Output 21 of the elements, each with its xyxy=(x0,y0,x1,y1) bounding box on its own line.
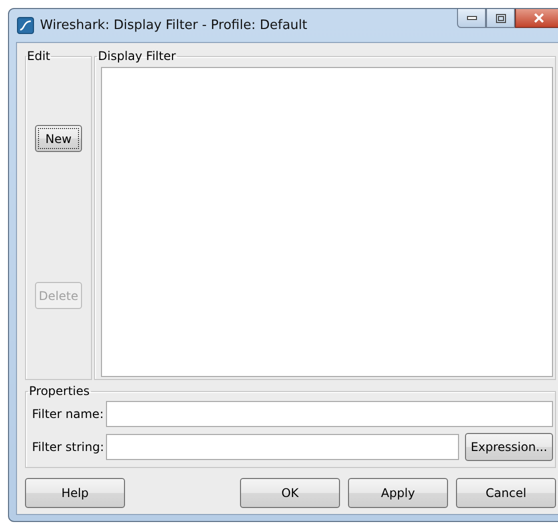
filter-name-field[interactable] xyxy=(106,401,553,427)
dialog-button[interactable]: Apply xyxy=(348,478,448,508)
maximize-icon xyxy=(496,14,506,22)
close-icon xyxy=(533,13,545,23)
field-label: Filter string: xyxy=(32,440,104,454)
group-label: Display Filter xyxy=(97,49,177,63)
dialog-button[interactable]: Cancel xyxy=(456,478,556,508)
dialog-button[interactable]: Help xyxy=(25,478,125,508)
group-label: Edit xyxy=(26,49,52,63)
minimize-icon xyxy=(466,16,476,20)
expression-button[interactable]: Expression... xyxy=(465,433,553,461)
close-button[interactable] xyxy=(515,9,558,28)
minimize-button[interactable] xyxy=(457,9,486,28)
field-label: Filter name: xyxy=(32,407,104,421)
group-label: Properties xyxy=(28,384,91,398)
app-icon xyxy=(17,17,34,34)
window-title: Wireshark: Display Filter - Profile: Default xyxy=(40,18,308,33)
dialog-button[interactable]: OK xyxy=(240,478,340,508)
filter-string-field[interactable] xyxy=(106,434,459,460)
maximize-button[interactable] xyxy=(486,9,515,28)
new-button[interactable]: New xyxy=(35,125,82,152)
